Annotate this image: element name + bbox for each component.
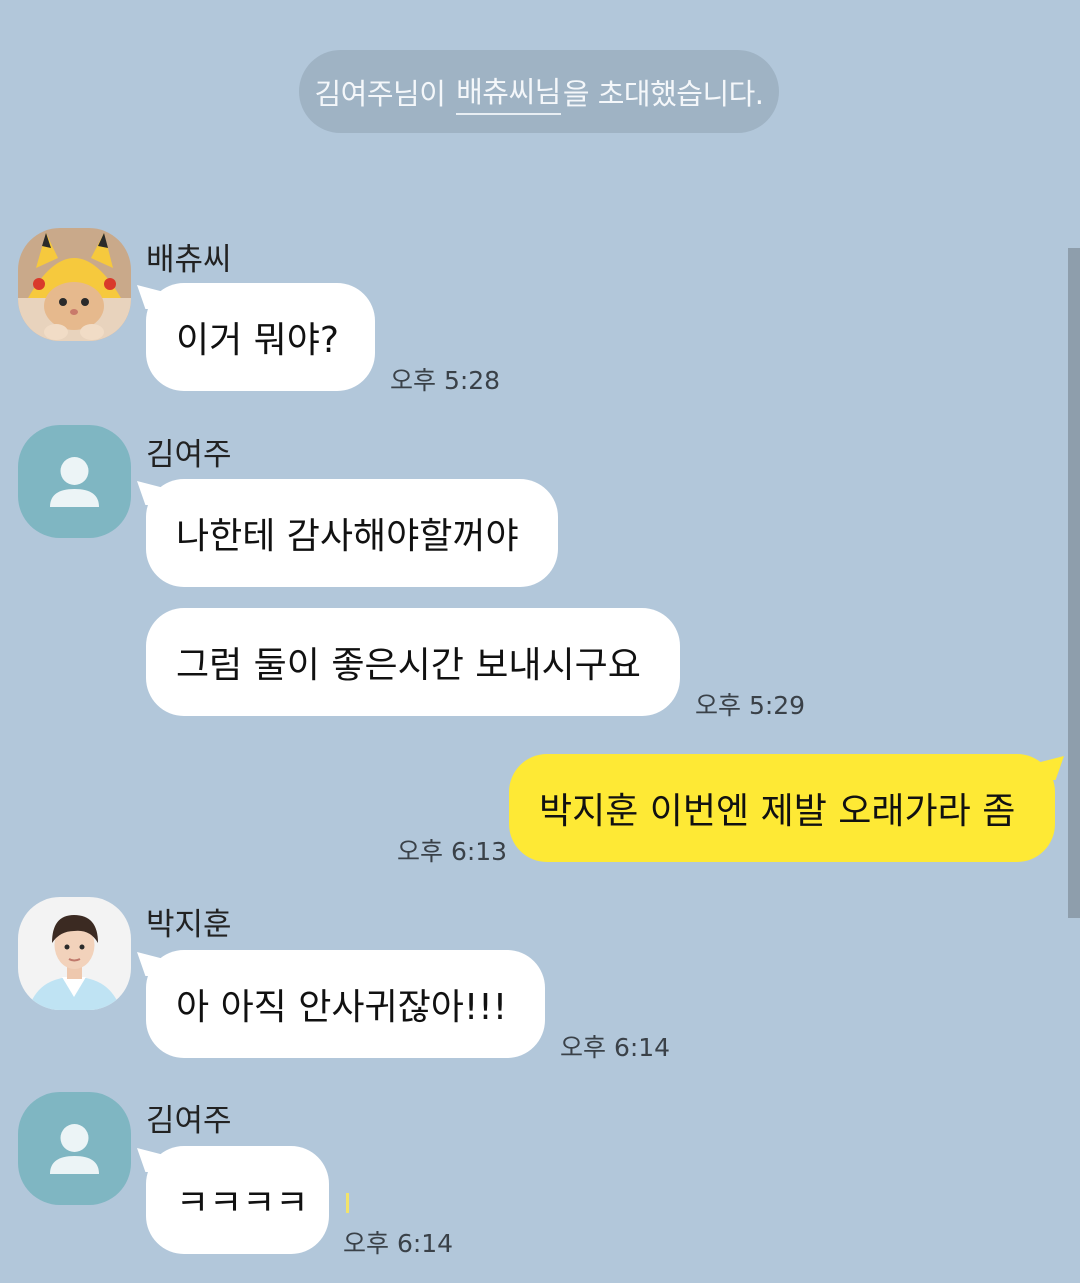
message-time: 오후 6:13 [397, 837, 508, 866]
message-time: 오후 5:29 [695, 691, 806, 720]
person-icon [50, 1124, 99, 1174]
sender-name: 박지훈 [146, 907, 232, 943]
text-cursor [346, 1193, 349, 1213]
avatar-kimyeoju[interactable] [18, 425, 131, 538]
invitee-link[interactable]: 배츄씨님 [456, 69, 561, 115]
pikachu-hat-cat-avatar [18, 228, 131, 341]
message-text: 아 아직 안사귀잖아!!! [176, 987, 508, 1028]
system-message-suffix: 을 초대했습니다. [562, 76, 764, 111]
message-time: 오후 6:14 [343, 1229, 454, 1258]
sender-name: 배츄씨 [146, 242, 232, 278]
message-text: ㅋㅋㅋㅋ [176, 1183, 309, 1224]
scrollbar[interactable] [1068, 248, 1080, 918]
avatar-baechu[interactable] [18, 228, 131, 341]
system-invite-message: 김여주님이 배츄씨님 을 초대했습니다. [299, 50, 779, 133]
person-icon [50, 457, 99, 507]
message-time: 오후 5:28 [390, 366, 501, 395]
message-bubble[interactable]: 그럼 둘이 좋은시간 보내시구요 [146, 608, 680, 716]
my-message-bubble[interactable]: 박지훈 이번엔 제발 오래가라 좀 [509, 754, 1055, 862]
sender-name: 김여주 [146, 1103, 232, 1139]
message-text: 그럼 둘이 좋은시간 보내시구요 [176, 645, 641, 686]
system-message-prefix: 김여주님이 [314, 76, 446, 111]
message-bubble[interactable]: 나한테 감사해야할꺼야 [146, 479, 558, 587]
avatar-parkjihoon[interactable] [18, 897, 131, 1010]
sender-name: 김여주 [146, 437, 232, 473]
message-bubble[interactable]: 아 아직 안사귀잖아!!! [146, 950, 545, 1058]
message-bubble[interactable]: ㅋㅋㅋㅋ [146, 1146, 329, 1254]
avatar-kimyeoju[interactable] [18, 1092, 131, 1205]
message-bubble[interactable]: 이거 뭐야? [146, 283, 375, 391]
message-text: 이거 뭐야? [176, 320, 340, 361]
message-text: 박지훈 이번엔 제발 오래가라 좀 [539, 791, 1016, 832]
profile-photo-avatar [18, 897, 131, 1010]
message-text: 나한테 감사해야할꺼야 [176, 516, 519, 557]
message-time: 오후 6:14 [560, 1033, 671, 1062]
